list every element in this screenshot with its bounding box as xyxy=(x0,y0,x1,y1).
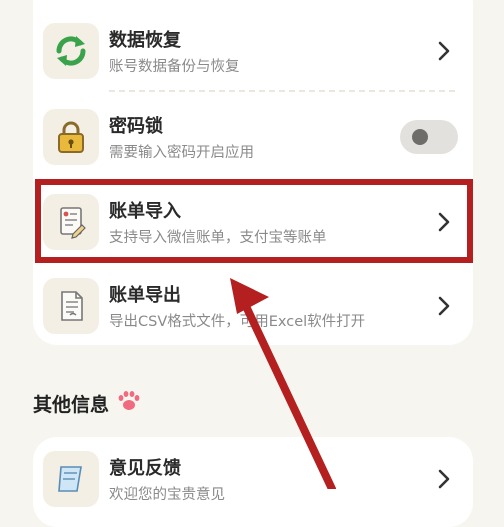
annotation-arrow xyxy=(230,278,336,489)
